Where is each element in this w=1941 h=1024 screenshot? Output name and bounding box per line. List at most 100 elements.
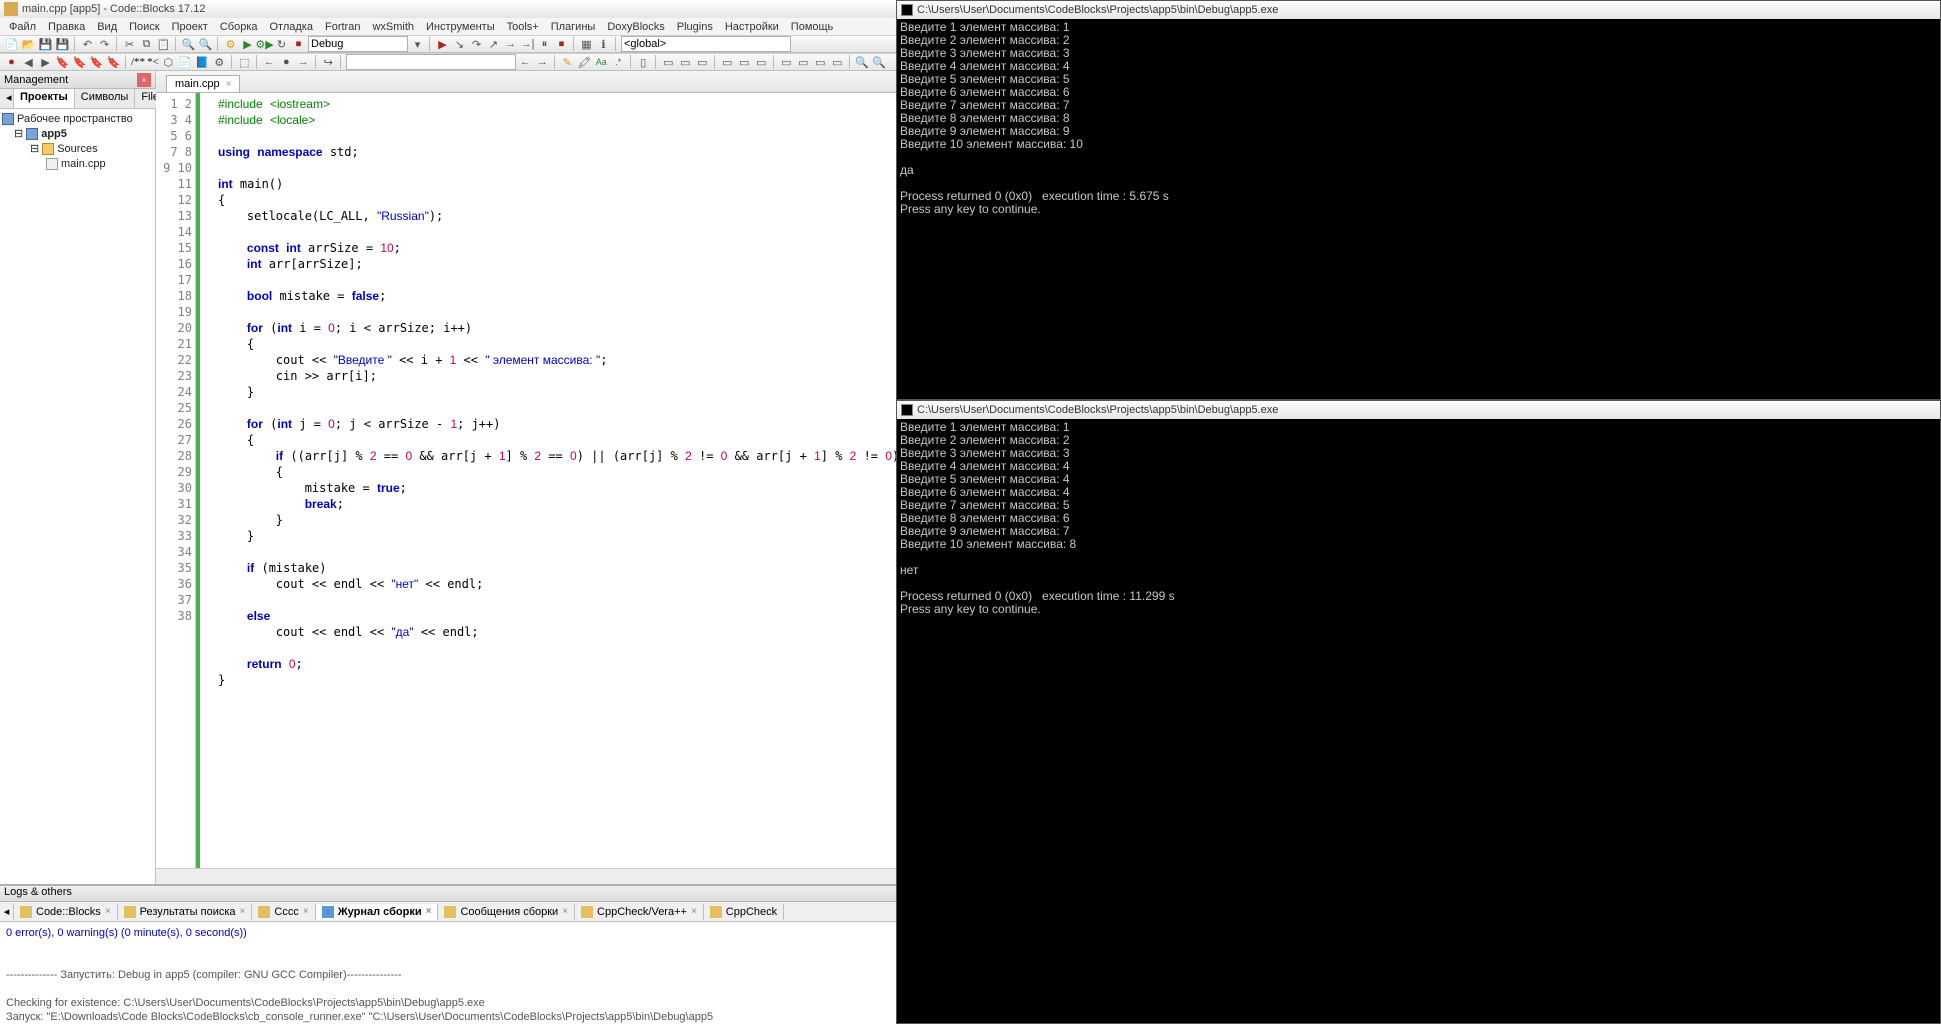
zoom-out-icon[interactable]: 🔍 bbox=[872, 55, 887, 70]
doxy-chm-icon[interactable]: 📘 bbox=[195, 55, 210, 70]
stop-icon[interactable]: ⏹ bbox=[554, 37, 569, 52]
nav-fwd-icon[interactable]: → bbox=[535, 55, 550, 70]
layout1-icon[interactable]: ▯ bbox=[636, 55, 651, 70]
tab-projects[interactable]: Проекты bbox=[14, 89, 75, 108]
find-icon[interactable]: 🔍 bbox=[181, 37, 196, 52]
editor-hscroll[interactable] bbox=[156, 868, 896, 884]
cut-icon[interactable]: ✂ bbox=[122, 37, 137, 52]
console1-output[interactable]: Введите 1 элемент массива: 1 Введите 2 э… bbox=[897, 19, 1940, 218]
menu-wxsmith[interactable]: wxSmith bbox=[369, 20, 417, 34]
run-to-cursor-icon[interactable]: →| bbox=[520, 37, 535, 52]
close-tab-icon[interactable]: × bbox=[226, 79, 232, 90]
step-next-icon[interactable]: → bbox=[503, 37, 518, 52]
tab-scroll-left[interactable]: ◂ bbox=[0, 89, 14, 108]
symbol-select[interactable] bbox=[346, 54, 516, 70]
step-into-icon[interactable]: ↘ bbox=[452, 37, 467, 52]
menu-plugins-en[interactable]: Plugins bbox=[674, 20, 716, 34]
menu-debug[interactable]: Отладка bbox=[267, 20, 316, 34]
console1-titlebar[interactable]: C:\Users\User\Documents\CodeBlocks\Proje… bbox=[897, 1, 1940, 19]
bookmark-clear-icon[interactable]: 🔖 bbox=[106, 55, 121, 70]
menu-view[interactable]: Вид bbox=[94, 20, 120, 34]
chevron-down-icon[interactable]: ▾ bbox=[410, 37, 425, 52]
undo-icon[interactable]: ↶ bbox=[80, 37, 95, 52]
bookmark-prev-icon[interactable]: 🔖 bbox=[72, 55, 87, 70]
menu-doxyblocks[interactable]: DoxyBlocks bbox=[604, 20, 667, 34]
tree-folder-sources[interactable]: ⊟Sources bbox=[2, 141, 153, 156]
tree-file-main[interactable]: main.cpp bbox=[2, 156, 153, 171]
bookmark-next-icon[interactable]: 🔖 bbox=[89, 55, 104, 70]
layout7-icon[interactable]: ▭ bbox=[754, 55, 769, 70]
abort-icon[interactable]: ⏹ bbox=[291, 37, 306, 52]
layout2-icon[interactable]: ▭ bbox=[661, 55, 676, 70]
nav-back-icon[interactable]: ← bbox=[518, 55, 533, 70]
logtab-buildmsg[interactable]: Сообщения сборки× bbox=[438, 904, 575, 920]
console2-titlebar[interactable]: C:\Users\User\Documents\CodeBlocks\Proje… bbox=[897, 401, 1940, 419]
layout3-icon[interactable]: ▭ bbox=[678, 55, 693, 70]
menu-help[interactable]: Помощь bbox=[788, 20, 837, 34]
layout9-icon[interactable]: ▭ bbox=[796, 55, 811, 70]
console2-output[interactable]: Введите 1 элемент массива: 1 Введите 2 э… bbox=[897, 419, 1940, 618]
paste-icon[interactable]: 📋 bbox=[156, 37, 171, 52]
doxy-html-icon[interactable]: 📄 bbox=[178, 55, 193, 70]
debug-windows-icon[interactable]: ▦ bbox=[579, 37, 594, 52]
logtab-search[interactable]: Результаты поиска× bbox=[118, 904, 253, 920]
menu-file[interactable]: Файл bbox=[6, 20, 39, 34]
rebuild-icon[interactable]: ↻ bbox=[274, 37, 289, 52]
menu-tools[interactable]: Инструменты bbox=[423, 20, 498, 34]
zoom-in-icon[interactable]: 🔍 bbox=[855, 55, 870, 70]
build-target-select[interactable]: Debug bbox=[308, 36, 408, 52]
log-output[interactable]: 0 error(s), 0 warning(s) (0 minute(s), 0… bbox=[0, 922, 896, 1024]
info-icon[interactable]: ℹ bbox=[596, 37, 611, 52]
layout8-icon[interactable]: ▭ bbox=[779, 55, 794, 70]
layout4-icon[interactable]: ▭ bbox=[695, 55, 710, 70]
build-icon[interactable]: ⚙ bbox=[223, 37, 238, 52]
logtab-codeblocks[interactable]: Code::Blocks× bbox=[14, 904, 118, 920]
abc-icon[interactable]: Aa bbox=[594, 55, 609, 70]
doxy-icon[interactable]: ⬡ bbox=[161, 55, 176, 70]
build-run-icon[interactable]: ⚙▶ bbox=[257, 37, 272, 52]
run-icon[interactable]: ▶ bbox=[240, 37, 255, 52]
highlight-color-icon[interactable]: 🖍 bbox=[577, 55, 592, 70]
menu-edit[interactable]: Правка bbox=[45, 20, 88, 34]
tab-symbols[interactable]: Символы bbox=[75, 89, 136, 108]
debug-run-icon[interactable]: ▶ bbox=[435, 37, 450, 52]
code-editor[interactable]: #include <iostream> #include <locale> us… bbox=[212, 93, 896, 868]
menu-toolsplus[interactable]: Tools+ bbox=[504, 20, 542, 34]
save-icon[interactable]: 💾 bbox=[38, 37, 53, 52]
line-prev-icon[interactable]: ← bbox=[262, 55, 277, 70]
jump-icon[interactable]: ↪ bbox=[321, 55, 336, 70]
menu-build[interactable]: Сборка bbox=[217, 20, 261, 34]
layout11-icon[interactable]: ▭ bbox=[830, 55, 845, 70]
line-center-icon[interactable]: ● bbox=[279, 55, 294, 70]
menu-settings[interactable]: Настройки bbox=[722, 20, 782, 34]
open-icon[interactable]: 📂 bbox=[21, 37, 36, 52]
scope-select[interactable]: <global> bbox=[621, 36, 791, 52]
select-icon[interactable]: ⬚ bbox=[237, 55, 252, 70]
logtab-cccc[interactable]: Cccc× bbox=[252, 904, 315, 920]
doxy-settings-icon[interactable]: ⚙ bbox=[212, 55, 227, 70]
new-file-icon[interactable]: 📄 bbox=[4, 37, 19, 52]
layout10-icon[interactable]: ▭ bbox=[813, 55, 828, 70]
menu-fortran[interactable]: Fortran bbox=[322, 20, 363, 34]
logtab-scroll-left[interactable]: ◂ bbox=[0, 903, 14, 920]
logtab-cppcheck[interactable]: CppCheck/Vera++× bbox=[575, 904, 704, 920]
bookmark-icon[interactable]: 🔖 bbox=[55, 55, 70, 70]
tree-workspace[interactable]: Рабочее пространство bbox=[2, 111, 153, 126]
next-bookmark-icon[interactable]: ▶ bbox=[38, 55, 53, 70]
logtab-buildlog[interactable]: Журнал сборки× bbox=[316, 904, 439, 920]
logtab-cppcheck2[interactable]: CppCheck bbox=[704, 904, 784, 920]
copy-icon[interactable]: ⧉ bbox=[139, 37, 154, 52]
close-panel-icon[interactable]: × bbox=[137, 73, 151, 87]
pause-icon[interactable]: ⏸ bbox=[537, 37, 552, 52]
line-next-icon[interactable]: → bbox=[296, 55, 311, 70]
replace-icon[interactable]: 🔍 bbox=[198, 37, 213, 52]
step-over-icon[interactable]: ↷ bbox=[469, 37, 484, 52]
highlight-icon[interactable]: ✎ bbox=[560, 55, 575, 70]
layout6-icon[interactable]: ▭ bbox=[737, 55, 752, 70]
breakpoint-icon[interactable]: ● bbox=[4, 55, 19, 70]
layout5-icon[interactable]: ▭ bbox=[720, 55, 735, 70]
editor-tab-main[interactable]: main.cpp × bbox=[166, 75, 240, 92]
tree-project[interactable]: ⊟app5 bbox=[2, 126, 153, 141]
menu-project[interactable]: Проект bbox=[169, 20, 211, 34]
save-all-icon[interactable]: 💾 bbox=[55, 37, 70, 52]
